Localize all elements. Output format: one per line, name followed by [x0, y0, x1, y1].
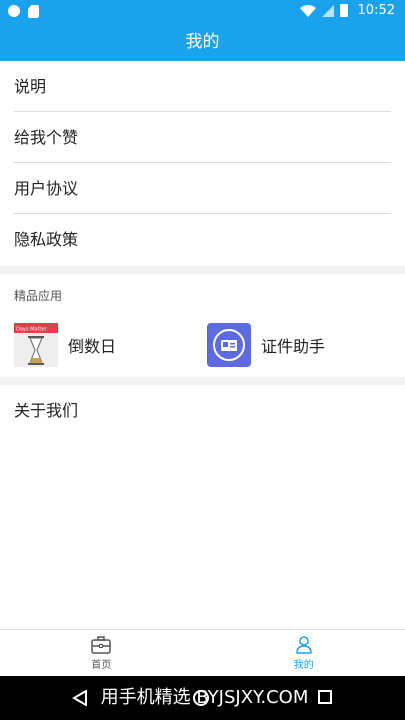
menu-item-label: 隐私政策: [14, 230, 79, 249]
tab-label: 首页: [91, 659, 112, 671]
menu-item-privacy-policy[interactable]: 隐私政策: [0, 214, 405, 265]
sd-card-icon: [28, 5, 39, 18]
tab-label: 我的: [293, 659, 314, 671]
app-tile-countdown[interactable]: Days Matter 倒数日: [14, 323, 116, 367]
signal-icon: [321, 4, 334, 17]
menu-item-label: 用户协议: [14, 179, 79, 198]
tab-mine[interactable]: 我的: [203, 630, 405, 676]
featured-apps-section: 精品应用 Days Matter 倒数日 证件助手: [0, 275, 405, 377]
app-tile-id-assistant[interactable]: 证件助手: [207, 323, 325, 367]
wifi-icon: [299, 4, 316, 17]
menu-item-about-us[interactable]: 关于我们: [0, 385, 405, 437]
app-header: 我的: [0, 24, 405, 61]
menu-item-instructions[interactable]: 说明: [0, 61, 405, 112]
home-toolbox-icon: [91, 635, 111, 654]
menu-item-label: 说明: [14, 77, 47, 96]
person-icon: [295, 635, 312, 654]
page-title: 我的: [185, 32, 220, 52]
app-icon-text: Days Matter: [16, 327, 47, 333]
app-label: 倒数日: [68, 337, 117, 356]
menu-item-label: 给我个赞: [14, 128, 79, 147]
section-heading: 精品应用: [14, 289, 63, 303]
hourglass-icon: Days Matter: [14, 323, 58, 367]
status-time: 10:52: [357, 3, 395, 18]
bottom-tab-bar: 首页 我的: [0, 629, 405, 676]
app-label: 证件助手: [261, 337, 326, 356]
section-divider: [0, 266, 405, 274]
section-divider: [0, 377, 405, 385]
status-bar: 10:52: [0, 0, 405, 24]
notification-icon: [8, 5, 20, 17]
menu-list: 说明 给我个赞 用户协议 隐私政策: [0, 61, 405, 265]
watermark: 用手机精选 BYJSJXY.COM: [100, 687, 309, 708]
menu-item-user-agreement[interactable]: 用户协议: [0, 163, 405, 214]
id-card-icon: [207, 323, 251, 367]
battery-icon: [339, 4, 348, 17]
system-nav-bar: 用手机精选 BYJSJXY.COM: [0, 676, 405, 720]
menu-item-like[interactable]: 给我个赞: [0, 112, 405, 163]
tab-home[interactable]: 首页: [0, 630, 203, 676]
menu-item-label: 关于我们: [14, 401, 79, 420]
